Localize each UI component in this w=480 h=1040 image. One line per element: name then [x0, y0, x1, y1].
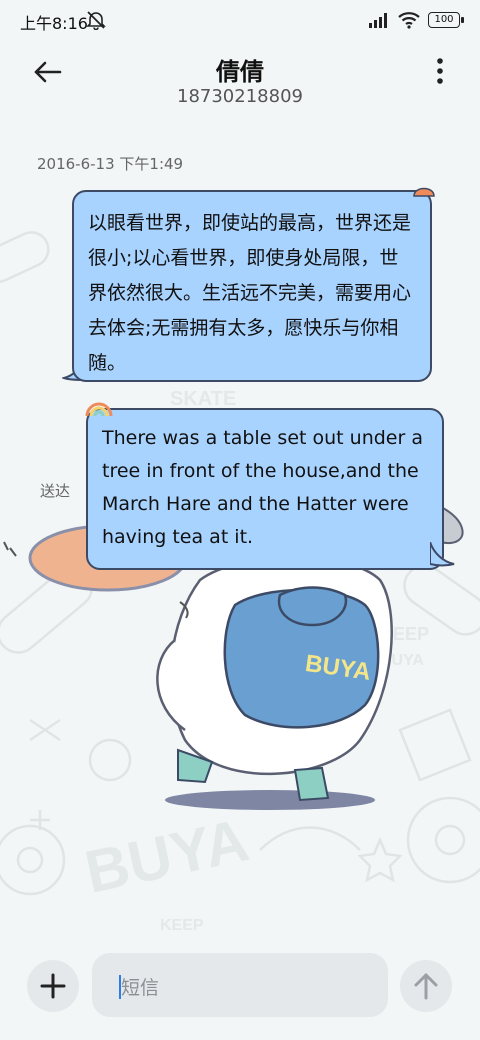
message-input[interactable]: 短信 [92, 953, 388, 1017]
add-attachment-button[interactable] [27, 960, 79, 1012]
plus-icon [40, 973, 66, 999]
bubble-tail-right [430, 542, 455, 567]
status-time: 上午8:16 [20, 14, 88, 33]
mute-icon [86, 11, 106, 30]
more-vertical-icon[interactable] [430, 54, 450, 88]
message-bubble[interactable]: 以眼看世界，即使站的最高，世界还是很小;以心看世界，即使身处局限，世界依然很大。… [72, 190, 432, 382]
rainbow-decoration-icon [85, 402, 113, 417]
contact-name[interactable]: 倩倩 [0, 52, 480, 87]
wifi-icon [398, 12, 420, 29]
message-input-placeholder: 短信 [121, 977, 160, 999]
battery-icon: 100 [428, 12, 464, 28]
message-bubble[interactable]: There was a table set out under a tree i… [86, 408, 444, 570]
message-timestamp: 2016-6-13 下午1:49 [37, 155, 184, 173]
conversation-header: 倩倩 18730218809 [0, 40, 480, 120]
status-indicators: 100 [368, 11, 464, 29]
doodle-text-1: SKATE [170, 388, 236, 410]
doodle-text-4: KEEP [160, 917, 204, 934]
arrow-up-icon [414, 973, 438, 1000]
delivery-status: 送达 [40, 482, 71, 500]
sticker-decoration-icon [413, 187, 435, 197]
status-bar: 上午8:16 100 [0, 0, 480, 40]
background-brand-text: BUYA [79, 806, 254, 906]
send-button[interactable] [400, 960, 452, 1012]
contact-number: 18730218809 [177, 86, 303, 107]
signal-icon [369, 13, 387, 28]
